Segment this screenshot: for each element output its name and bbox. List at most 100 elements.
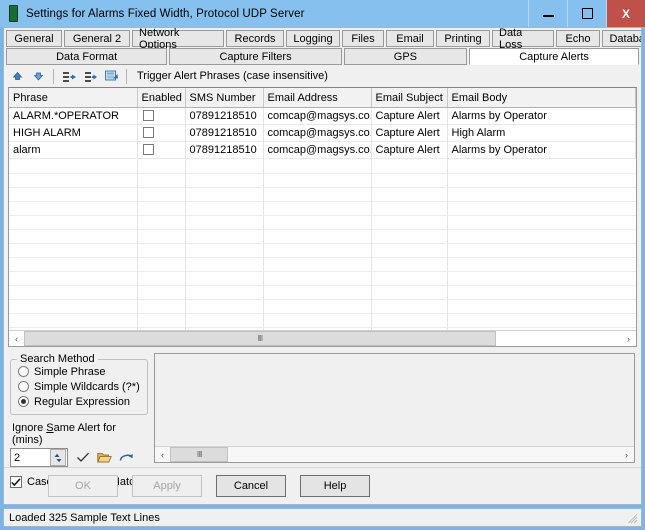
cell-email-subject[interactable]: Capture Alert (371, 107, 448, 125)
edit-row-button[interactable] (102, 67, 120, 85)
grid-column-rule (137, 159, 138, 330)
cell-email-address[interactable]: comcap@magsys.co.uk (263, 107, 372, 125)
tab-gps[interactable]: GPS (343, 48, 468, 65)
cell-email-body[interactable]: High Alarm (447, 124, 636, 142)
toolbar-separator (53, 68, 54, 84)
cell-enabled[interactable] (137, 141, 186, 159)
tab-records[interactable]: Records (226, 30, 284, 47)
cell-email-subject[interactable]: Capture Alert (371, 141, 448, 159)
tab-data-loss[interactable]: Data Loss (492, 28, 554, 51)
column-header-email-body[interactable]: Email Body (447, 88, 636, 108)
cell-phrase[interactable]: HIGH ALARM (9, 124, 138, 142)
tab-capture-filters[interactable]: Capture Filters (169, 48, 342, 65)
preview-scroll-right-icon[interactable]: › (619, 447, 634, 462)
tab-general-2[interactable]: General 2 (64, 30, 130, 47)
preview-content[interactable] (155, 354, 634, 446)
table-row[interactable]: alarm 07891218510 comcap@magsys.co.uk Ca… (9, 141, 636, 159)
folder-open-icon (97, 453, 112, 463)
minimize-icon (542, 15, 554, 17)
grid-empty-area[interactable] (9, 159, 636, 330)
minimize-button[interactable] (528, 0, 567, 27)
scroll-left-icon[interactable]: ‹ (9, 331, 24, 346)
scroll-right-icon[interactable]: › (621, 331, 636, 346)
open-file-button[interactable] (97, 450, 112, 465)
ignore-minutes-stepper[interactable]: 2 (10, 448, 68, 467)
cell-email-body[interactable]: Alarms by Operator (447, 107, 636, 125)
cell-email-subject[interactable]: Capture Alert (371, 124, 448, 142)
grid-row-rule (9, 299, 636, 300)
ok-button[interactable]: OK (48, 475, 118, 497)
resize-grip-icon[interactable] (628, 514, 638, 524)
cell-sms-number[interactable]: 07891218510 (185, 107, 264, 125)
grid-row-rule (9, 229, 636, 230)
tab-label: Data Format (56, 50, 118, 63)
tab-printing[interactable]: Printing (436, 30, 490, 47)
tab-database[interactable]: Database (602, 30, 641, 47)
cell-enabled[interactable] (137, 124, 186, 142)
cell-phrase[interactable]: alarm (9, 141, 138, 159)
tab-capture-alerts[interactable]: Capture Alerts (469, 48, 640, 65)
column-header-phrase[interactable]: Phrase (9, 88, 138, 108)
column-header-sms-number[interactable]: SMS Number (185, 88, 264, 108)
cell-email-body[interactable]: Alarms by Operator (447, 141, 636, 159)
grid-scroll-track[interactable]: ‖‖ (24, 331, 621, 346)
tab-label: Printing (444, 32, 482, 45)
cell-phrase[interactable]: ALARM.*OPERATOR (9, 107, 138, 125)
preview-scroll-track[interactable]: ‖‖ (170, 447, 619, 462)
reset-button[interactable] (119, 450, 134, 465)
tab-files[interactable]: Files (342, 30, 384, 47)
grid-scroll-thumb[interactable]: ‖‖ (24, 331, 496, 346)
tab-data-format[interactable]: Data Format (6, 48, 168, 65)
radio-icon[interactable] (18, 396, 29, 407)
stepper-buttons[interactable] (50, 449, 66, 466)
grid-horizontal-scrollbar[interactable]: ‹ ‖‖ › (9, 330, 636, 346)
enabled-checkbox[interactable] (142, 144, 154, 155)
cell-email-address[interactable]: comcap@magsys.co.uk (263, 141, 372, 159)
cell-sms-number[interactable]: 07891218510 (185, 141, 264, 159)
table-row[interactable]: HIGH ALARM 07891218510 comcap@magsys.co.… (9, 124, 636, 142)
radio-simple-phrase[interactable]: Simple Phrase (18, 364, 141, 379)
table-row[interactable]: ALARM.*OPERATOR 07891218510 comcap@magsy… (9, 107, 636, 125)
radio-simple-wildcards[interactable]: Simple Wildcards (?*) (18, 379, 141, 394)
maximize-button[interactable] (567, 0, 606, 27)
enabled-checkbox[interactable] (142, 110, 154, 121)
dialog-button-bar: OK Apply Cancel Help (4, 467, 641, 504)
radio-icon[interactable] (18, 366, 29, 377)
cancel-button[interactable]: Cancel (216, 475, 286, 497)
grid-row-rule (9, 173, 636, 174)
tab-logging[interactable]: Logging (286, 30, 340, 47)
move-up-button[interactable] (8, 67, 26, 85)
tab-row-1: General General 2 Network Options Record… (6, 28, 641, 51)
apply-check-button[interactable] (75, 450, 90, 465)
enabled-checkbox[interactable] (142, 127, 154, 138)
move-down-button[interactable] (29, 67, 47, 85)
tab-network-options[interactable]: Network Options (132, 28, 224, 51)
grid-row-rule (9, 313, 636, 314)
close-button[interactable]: X (606, 0, 645, 27)
insert-row-icon (62, 71, 76, 82)
cell-sms-number[interactable]: 07891218510 (185, 124, 264, 142)
column-header-email-subject[interactable]: Email Subject (371, 88, 448, 108)
tab-label: Records (234, 32, 276, 45)
ignore-minutes-value[interactable]: 2 (11, 452, 50, 464)
preview-horizontal-scrollbar[interactable]: ‹ ‖‖ › (155, 446, 634, 462)
grid-column-rule (371, 159, 372, 330)
column-header-email-address[interactable]: Email Address (263, 88, 372, 108)
grid-column-rule (447, 159, 448, 330)
delete-row-button[interactable] (81, 67, 99, 85)
cell-email-address[interactable]: comcap@magsys.co.uk (263, 124, 372, 142)
radio-regular-expression[interactable]: Regular Expression (18, 394, 141, 409)
tab-echo[interactable]: Echo (556, 30, 600, 47)
help-button[interactable]: Help (300, 475, 370, 497)
cell-enabled[interactable] (137, 107, 186, 125)
radio-icon[interactable] (18, 381, 29, 392)
tab-general[interactable]: General (6, 30, 62, 47)
tab-label: Echo (565, 32, 591, 45)
apply-button[interactable]: Apply (132, 475, 202, 497)
column-header-enabled[interactable]: Enabled (137, 88, 186, 108)
preview-scroll-left-icon[interactable]: ‹ (155, 447, 170, 462)
tab-email[interactable]: Email (386, 30, 434, 47)
insert-row-button[interactable] (60, 67, 78, 85)
ignore-label-pre: Ignore (12, 422, 47, 434)
preview-scroll-thumb[interactable]: ‖‖ (170, 447, 229, 462)
